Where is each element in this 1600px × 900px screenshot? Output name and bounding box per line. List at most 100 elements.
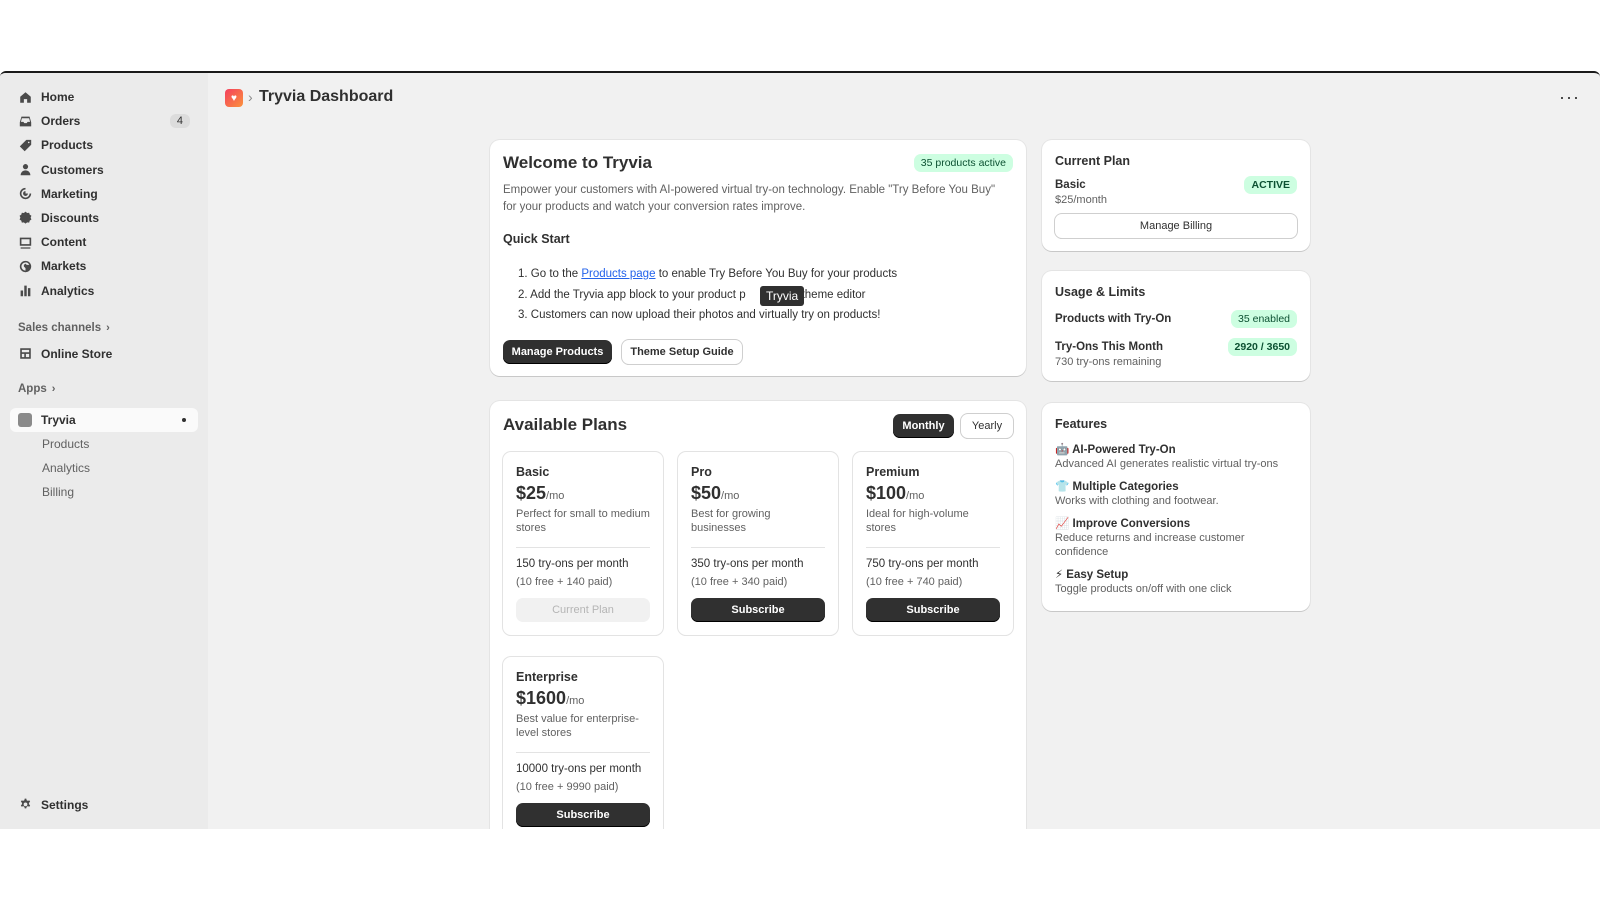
plan-name: Enterprise — [516, 670, 578, 684]
sidebar-item-label: Home — [41, 90, 75, 104]
plan-quota: 10000 try-ons per month — [516, 763, 642, 775]
products-page-link[interactable]: Products page — [581, 268, 655, 280]
step-text: Customers can now upload their photos an… — [530, 309, 881, 321]
plans-title: Available Plans — [503, 415, 628, 434]
bar-chart-icon — [18, 284, 32, 298]
welcome-description: Empower your customers with AI-powered v… — [503, 184, 996, 213]
sidebar-item-label: Customers — [41, 162, 104, 177]
admin-window: Home Orders 4 Products Customers Marketi… — [0, 71, 1600, 829]
sidebar-item-label: Orders — [41, 114, 81, 129]
breadcrumb-separator: › — [248, 89, 253, 105]
current-plan-name: Basic — [1055, 179, 1086, 191]
current-plan-button: Current Plan — [516, 598, 650, 622]
chevron-right-icon: › — [51, 382, 56, 395]
sidebar-item-products[interactable]: Products — [10, 133, 198, 157]
billing-toggle-monthly[interactable]: Monthly — [893, 414, 954, 438]
page-title: Tryvia Dashboard — [259, 88, 394, 105]
plan-quota: 750 try-ons per month — [866, 558, 979, 570]
plan-divider — [516, 547, 650, 548]
step-number: 3. — [518, 309, 528, 321]
plan-price: $100/mo — [866, 483, 1000, 504]
sidebar-subitem-products[interactable]: Products — [10, 432, 198, 456]
plan-divider — [691, 547, 825, 548]
feature-item: 📈 Improve Conversions Reduce returns and… — [1055, 516, 1300, 559]
sidebar-item-label: Tryvia — [41, 412, 76, 427]
tag-icon — [18, 138, 32, 152]
person-icon — [18, 163, 32, 177]
tooltip: Tryvia — [760, 286, 805, 306]
plan-name: Premium — [866, 465, 920, 479]
plan-card-premium: Premium $100/mo Ideal for high-volume st… — [853, 452, 1013, 635]
plan-card-basic: Basic $25/mo Perfect for small to medium… — [503, 452, 663, 635]
sidebar-item-discounts[interactable]: Discounts — [10, 206, 198, 230]
products-enabled-badge: 35 enabled — [1231, 310, 1297, 328]
sidebar-item-customers[interactable]: Customers — [10, 158, 198, 182]
sidebar-item-label: Settings — [41, 797, 89, 812]
sidebar-subitem-analytics[interactable]: Analytics — [10, 456, 198, 480]
apps-header[interactable]: Apps › — [10, 378, 198, 400]
tryvia-logo-icon: ♥ — [225, 89, 243, 107]
subitem-label: Analytics — [42, 461, 91, 476]
step-text: Add the Tryvia app block to your product… — [530, 288, 746, 301]
sidebar-item-analytics[interactable]: Analytics — [10, 279, 198, 303]
feature-title: AI-Powered Try-On — [1072, 444, 1176, 456]
step-text: to enable Try Before You Buy for your pr… — [658, 268, 898, 280]
sidebar-subitem-billing[interactable]: Billing — [10, 480, 198, 504]
quick-start-step-1: 1. Go to the Products page to enable Try… — [518, 264, 897, 285]
theme-setup-guide-button[interactable]: Theme Setup Guide — [622, 340, 742, 364]
welcome-card: Welcome to Tryvia 35 products active Emp… — [490, 140, 1026, 376]
sales-channels-header[interactable]: Sales channels › — [10, 317, 198, 339]
subscribe-pro-button[interactable]: Subscribe — [691, 598, 825, 622]
tryons-remaining: 730 try-ons remaining — [1055, 356, 1162, 368]
plan-price-amount: $1600 — [516, 688, 567, 708]
sidebar-item-content[interactable]: Content — [10, 230, 198, 254]
sidebar-item-settings[interactable]: Settings — [10, 793, 198, 817]
manage-products-button[interactable]: Manage Products — [503, 340, 612, 364]
subscribe-premium-button[interactable]: Subscribe — [866, 598, 1000, 622]
sidebar-item-label: Markets — [41, 259, 87, 274]
feature-description: Reduce returns and increase customer con… — [1055, 532, 1245, 558]
section-label: Sales channels — [18, 321, 102, 334]
current-plan-card: Current Plan Basic $25/month ACTIVE Mana… — [1042, 140, 1310, 251]
content-icon — [18, 235, 32, 249]
plan-name: Pro — [691, 465, 712, 479]
products-active-badge: 35 products active — [913, 154, 1013, 172]
subscribe-enterprise-button[interactable]: Subscribe — [516, 803, 650, 827]
quick-start-step-3: 3. Customers can now upload their photos… — [518, 305, 897, 326]
lightning-icon: ⚡ — [1055, 569, 1064, 581]
sidebar-item-markets[interactable]: Markets — [10, 254, 198, 278]
sidebar-item-home[interactable]: Home — [10, 85, 198, 109]
plan-divider — [516, 752, 650, 753]
more-actions-button[interactable]: ··· — [1559, 87, 1580, 108]
feature-item: 👕 Multiple Categories Works with clothin… — [1055, 479, 1300, 508]
sidebar-item-label: Online Store — [41, 346, 113, 361]
gear-icon — [18, 798, 32, 812]
plan-price-period: /mo — [566, 695, 585, 707]
orders-count-badge: 4 — [169, 114, 190, 129]
sidebar-item-online-store[interactable]: Online Store — [10, 342, 198, 366]
plan-description: Ideal for high-volume stores — [866, 508, 969, 534]
products-with-tryon-label: Products with Try-On — [1055, 313, 1172, 325]
sidebar-item-label: Discounts — [41, 210, 100, 225]
tryvia-app-icon — [18, 412, 32, 427]
step-number: 1. — [518, 268, 528, 280]
sidebar-item-orders[interactable]: Orders 4 — [10, 109, 198, 133]
sidebar-item-tryvia[interactable]: Tryvia — [10, 407, 198, 432]
sidebar-item-label: Analytics — [41, 283, 95, 298]
current-plan-price: $25/month — [1055, 194, 1107, 206]
manage-billing-button[interactable]: Manage Billing — [1055, 214, 1297, 238]
billing-toggle-yearly[interactable]: Yearly — [961, 414, 1013, 438]
sidebar-item-marketing[interactable]: Marketing — [10, 182, 198, 206]
shirt-icon: 👕 — [1055, 481, 1070, 493]
feature-description: Advanced AI generates realistic virtual … — [1055, 458, 1279, 470]
pin-dot-icon — [182, 417, 186, 422]
feature-description: Works with clothing and footwear. — [1055, 495, 1219, 507]
sidebar-item-label: Marketing — [41, 186, 98, 201]
plan-name: Basic — [516, 465, 550, 479]
inbox-icon — [18, 114, 32, 128]
plan-quota-split: (10 free + 9990 paid) — [516, 781, 619, 793]
subitem-label: Products — [42, 437, 90, 452]
discount-icon — [18, 211, 32, 225]
plan-price-amount: $50 — [691, 483, 722, 503]
sidebar-item-label: Content — [41, 235, 87, 250]
